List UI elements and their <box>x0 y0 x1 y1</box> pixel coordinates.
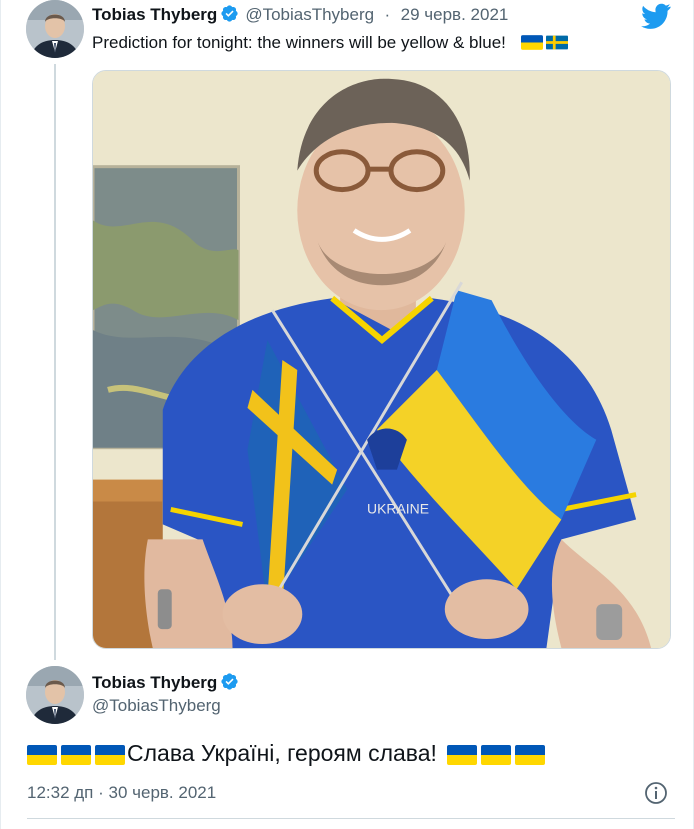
avatar[interactable] <box>26 666 84 724</box>
main-tweet-header: Tobias Thyberg @TobiasThyberg <box>92 672 239 716</box>
author-name[interactable]: Tobias Thyberg <box>92 673 217 692</box>
ukraine-flag-icon <box>95 745 125 765</box>
author-handle[interactable]: @TobiasThyberg <box>245 5 374 24</box>
ukraine-flag-icon <box>520 35 543 50</box>
ukraine-flag-icon <box>27 745 57 765</box>
tweet-timestamp[interactable]: 12:32 дп · 30 черв. 2021 <box>27 783 216 803</box>
quoted-tweet-text: Prediction for tonight: the winners will… <box>92 33 568 53</box>
embedded-tweet-card: Tobias Thyberg @TobiasThyberg · 29 черв. … <box>0 0 694 829</box>
ukraine-flag-icon <box>481 745 512 765</box>
quoted-tweet-header: Tobias Thyberg @TobiasThyberg · 29 черв. … <box>92 4 508 25</box>
shirt-text: UKRAINE <box>367 500 429 516</box>
sweden-flag-icon <box>545 35 568 50</box>
divider <box>27 818 675 819</box>
tweet-text: Prediction for tonight: the winners will… <box>92 33 506 52</box>
twitter-bird-icon[interactable] <box>641 3 671 29</box>
info-icon[interactable] <box>644 781 668 805</box>
tweet-photo[interactable]: UKRAINE <box>92 70 671 649</box>
verified-badge-icon <box>220 672 239 691</box>
avatar[interactable] <box>26 0 84 58</box>
separator-dot: · <box>384 5 391 24</box>
main-tweet-text-row: Слава Україні, героям слава! <box>27 740 546 767</box>
ukraine-flag-icon <box>61 745 91 765</box>
ukraine-flag-icon <box>515 745 546 765</box>
tweet-date[interactable]: 29 черв. 2021 <box>401 5 509 24</box>
tweet-text: Слава Україні, героям слава! <box>127 740 437 766</box>
verified-badge-icon <box>220 4 239 23</box>
ukraine-flag-icon <box>447 745 478 765</box>
author-name[interactable]: Tobias Thyberg <box>92 5 217 24</box>
thread-connector-line <box>54 64 56 660</box>
author-handle[interactable]: @TobiasThyberg <box>92 696 239 716</box>
